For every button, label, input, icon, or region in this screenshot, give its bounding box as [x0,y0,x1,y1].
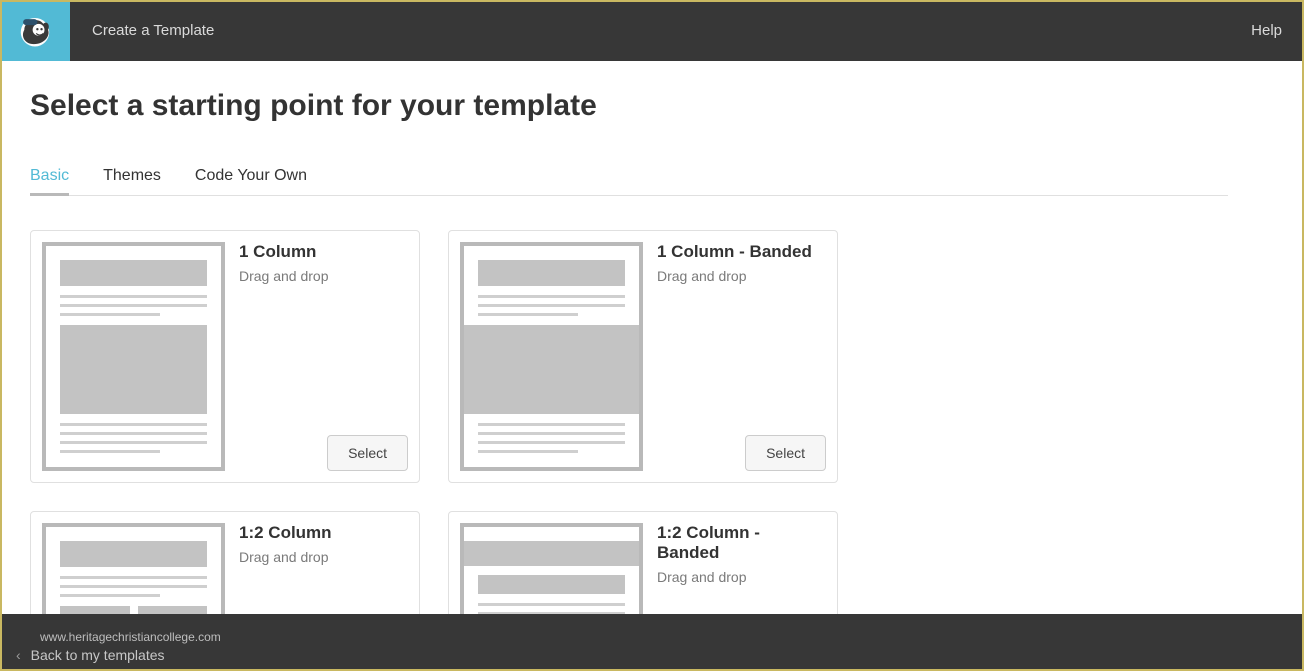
mailchimp-freddie-icon [16,12,54,50]
page-title: Create a Template [92,22,214,39]
help-link[interactable]: Help [1251,22,1282,39]
template-info: 1:2 Column Drag and drop Select [225,523,408,614]
bottom-bar: www.heritagechristiancollege.com ‹ Back … [0,614,1304,671]
template-info: 1 Column Drag and drop Select [225,242,408,471]
template-info: 1:2 Column - Banded Drag and drop Select [643,523,826,614]
template-subtitle: Drag and drop [657,268,826,284]
template-grid: 1 Column Drag and drop Select 1 Column -… [30,230,1228,614]
template-title: 1:2 Column [239,523,408,543]
template-card: 1 Column - Banded Drag and drop Select [448,230,838,483]
tab-code-your-own[interactable]: Code Your Own [195,167,307,195]
source-url: www.heritagechristiancollege.com [16,630,1304,644]
tab-bar: Basic Themes Code Your Own [30,167,1228,196]
template-info: 1 Column - Banded Drag and drop Select [643,242,826,471]
tab-themes[interactable]: Themes [103,167,161,195]
tab-basic[interactable]: Basic [30,167,69,195]
chevron-left-icon: ‹ [16,647,21,663]
template-card: 1:2 Column Drag and drop Select [30,511,420,614]
template-subtitle: Drag and drop [239,549,408,565]
template-title: 1:2 Column - Banded [657,523,826,563]
template-subtitle: Drag and drop [239,268,408,284]
page-heading: Select a starting point for your templat… [30,89,1228,123]
template-thumb-1col-banded [460,242,643,471]
template-card: 1 Column Drag and drop Select [30,230,420,483]
main-scroll-area[interactable]: Select a starting point for your templat… [0,61,1304,614]
top-header-bar: Create a Template Help [0,0,1304,61]
template-subtitle: Drag and drop [657,569,826,585]
template-title: 1 Column [239,242,408,262]
select-button[interactable]: Select [745,435,826,471]
template-thumb-1-2col-banded [460,523,643,614]
template-thumb-1-2col [42,523,225,614]
app-logo[interactable] [0,0,70,61]
content: Select a starting point for your templat… [0,61,1258,614]
template-title: 1 Column - Banded [657,242,826,262]
template-card: 1:2 Column - Banded Drag and drop Select [448,511,838,614]
back-to-templates-link[interactable]: ‹ Back to my templates [16,647,1304,663]
back-label: Back to my templates [31,647,165,663]
select-button[interactable]: Select [327,435,408,471]
template-thumb-1col [42,242,225,471]
